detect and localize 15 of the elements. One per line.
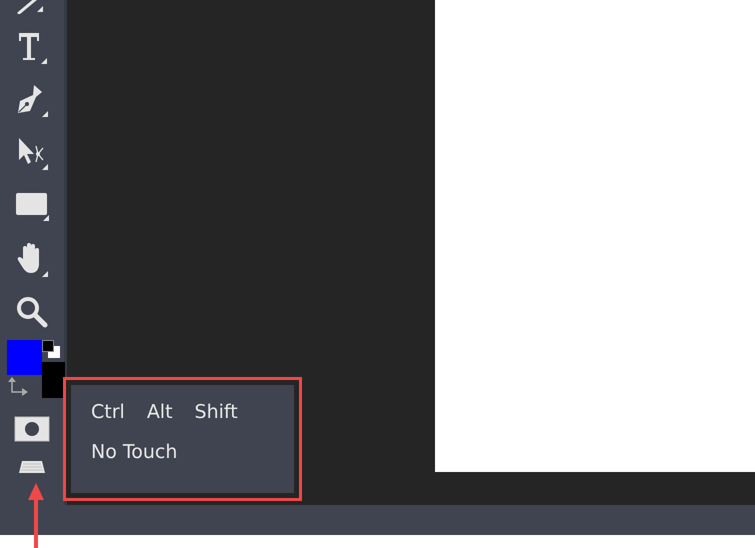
annotation-arrow	[26, 482, 46, 548]
keyboard-icon[interactable]	[18, 460, 46, 474]
quick-mask-icon[interactable]	[14, 416, 50, 442]
hand-icon[interactable]	[16, 240, 48, 276]
path-selection-icon[interactable]	[16, 136, 48, 170]
zoom-icon[interactable]	[15, 294, 49, 328]
modifier-key[interactable]: Alt	[142, 399, 177, 425]
foreground-color-swatch[interactable]	[7, 340, 42, 375]
swap-colors-icon[interactable]	[7, 376, 29, 396]
touch-option[interactable]: No Touch	[87, 439, 182, 465]
modifier-key[interactable]: Shift	[190, 399, 242, 425]
background-color-swatch[interactable]	[42, 362, 65, 398]
rectangle-icon[interactable]	[15, 190, 49, 220]
pen-icon[interactable]	[16, 82, 48, 116]
modifier-key[interactable]: Ctrl	[87, 399, 129, 425]
